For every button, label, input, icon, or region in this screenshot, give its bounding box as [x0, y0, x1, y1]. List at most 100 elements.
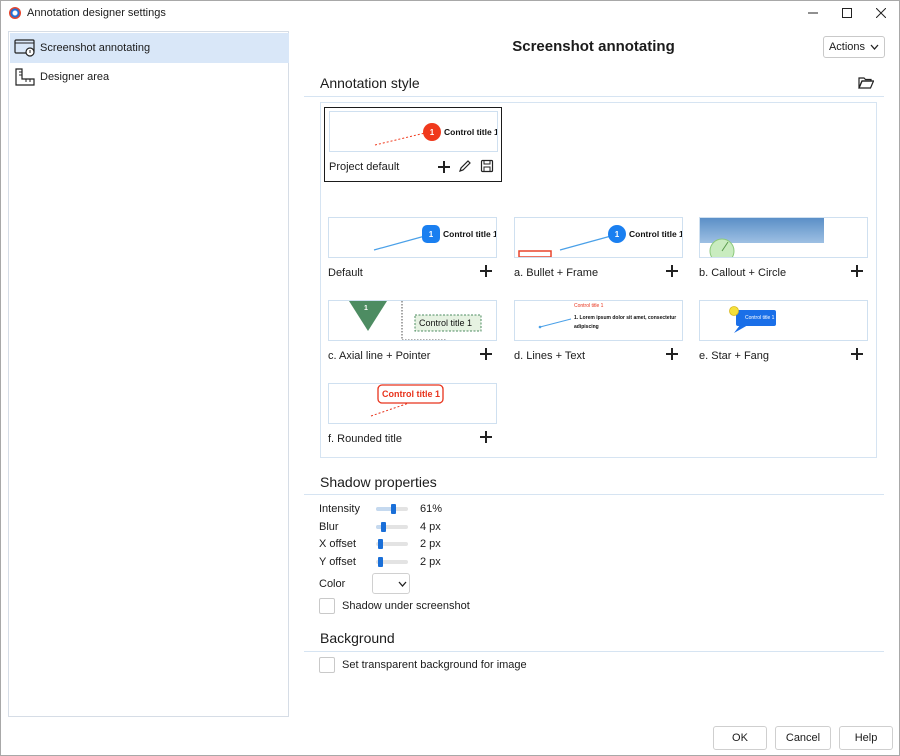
minimize-button[interactable]: [796, 1, 830, 25]
slider-thumb[interactable]: [378, 539, 383, 549]
help-button[interactable]: Help: [839, 726, 893, 750]
screenshot-annotating-icon: [14, 39, 35, 57]
sidebar: Screenshot annotating Designer area: [8, 31, 289, 717]
style-preview: Control title 1: [328, 383, 497, 424]
minimize-icon: [808, 12, 818, 14]
star-fang-graphic: [729, 306, 776, 333]
maximize-icon: [842, 8, 852, 18]
slider-thumb[interactable]: [378, 557, 383, 567]
style-card-callout-circle[interactable]: b. Callout + Circle: [699, 217, 869, 279]
preview-control-title: Control title 1: [745, 315, 775, 321]
intensity-label: Intensity: [319, 503, 360, 515]
add-icon[interactable]: [479, 264, 493, 278]
add-icon[interactable]: [665, 264, 679, 278]
x-offset-value: 2 px: [420, 538, 441, 550]
number-badge: 1: [608, 225, 626, 243]
x-offset-label: X offset: [319, 538, 357, 550]
preview-body-text: 1. Lorem ipsum dolor sit amet, consectet…: [574, 315, 677, 330]
style-preview: Control title 1 1. Lorem ipsum dolor sit…: [514, 300, 683, 341]
card-label: f. Rounded title: [328, 433, 402, 445]
actions-dropdown[interactable]: Actions: [823, 36, 885, 58]
intensity-slider[interactable]: [376, 504, 408, 514]
add-icon[interactable]: [479, 347, 493, 361]
cancel-button[interactable]: Cancel: [775, 726, 831, 750]
maximize-button[interactable]: [830, 1, 864, 25]
transparent-background-checkbox[interactable]: [319, 657, 335, 673]
page-title: Screenshot annotating: [512, 38, 675, 55]
preview-control-title: Control title 1: [382, 389, 440, 399]
x-offset-slider[interactable]: [376, 539, 408, 549]
style-preview: Control title 1: [699, 300, 868, 341]
preview-control-title: Control title 1: [629, 229, 683, 239]
close-icon: [876, 8, 886, 18]
card-label: e. Star + Fang: [699, 350, 770, 362]
section-divider: [304, 96, 884, 97]
shadow-under-screenshot-label: Shadow under screenshot: [342, 600, 470, 612]
transparent-background-label: Set transparent background for image: [342, 659, 527, 671]
sidebar-item-label: Screenshot annotating: [40, 42, 151, 54]
add-icon[interactable]: [437, 160, 451, 174]
shadow-under-screenshot-checkbox[interactable]: [319, 598, 335, 614]
slider-thumb[interactable]: [381, 522, 386, 532]
slider-thumb[interactable]: [391, 504, 396, 514]
style-card-default[interactable]: 1 Control title 1 Default: [328, 217, 498, 279]
preview-control-title: Control title 1: [444, 127, 498, 137]
blur-slider[interactable]: [376, 522, 408, 532]
callout-circle-graphic: [700, 218, 824, 257]
sidebar-item-label: Designer area: [40, 71, 110, 83]
chevron-down-icon: [870, 44, 879, 50]
add-icon[interactable]: [850, 347, 864, 361]
shadow-properties-heading: Shadow properties: [320, 474, 437, 490]
style-card-bullet-frame[interactable]: 1 Control title 1 a. Bullet + Frame: [514, 217, 684, 279]
y-offset-value: 2 px: [420, 556, 441, 568]
number-badge: 1: [422, 225, 440, 243]
ruler-icon: [15, 68, 35, 86]
edit-icon[interactable]: [458, 159, 472, 173]
card-label: d. Lines + Text: [514, 350, 586, 362]
intensity-value: 61%: [420, 503, 443, 515]
style-card-rounded-title[interactable]: Control title 1 f. Rounded title: [328, 383, 498, 445]
app-icon: [9, 7, 21, 19]
section-divider: [304, 494, 884, 495]
card-label: Default: [328, 267, 363, 279]
project-default-card[interactable]: 1 Control title 1 Project default: [324, 107, 502, 182]
sidebar-item-screenshot-annotating[interactable]: Screenshot annotating: [10, 33, 289, 63]
dialog-window: Annotation designer settings Screenshot …: [0, 0, 900, 756]
card-label: Project default: [329, 161, 400, 173]
y-offset-label: Y offset: [319, 556, 356, 568]
background-heading: Background: [320, 630, 395, 646]
sidebar-item-designer-area[interactable]: Designer area: [10, 62, 289, 92]
blur-value: 4 px: [420, 521, 441, 533]
title-bar: Annotation designer settings: [1, 1, 899, 25]
card-label: c. Axial line + Pointer: [328, 350, 431, 362]
card-label: b. Callout + Circle: [699, 267, 787, 279]
open-folder-icon[interactable]: [858, 76, 874, 90]
style-card-lines-text[interactable]: Control title 1 1. Lorem ipsum dolor sit…: [514, 300, 684, 362]
style-card-star-fang[interactable]: Control title 1 e. Star + Fang: [699, 300, 869, 362]
style-preview: [699, 217, 868, 258]
add-icon[interactable]: [479, 430, 493, 444]
shadow-color-dropdown[interactable]: [372, 573, 410, 594]
y-offset-slider[interactable]: [376, 557, 408, 567]
ok-button[interactable]: OK: [713, 726, 767, 750]
style-preview: 1 Control title 1: [514, 217, 683, 258]
preview-control-title: Control title 1: [419, 318, 473, 328]
save-icon[interactable]: [480, 159, 494, 173]
chevron-down-icon: [398, 581, 407, 587]
section-divider: [304, 651, 884, 652]
number-badge: 1: [364, 305, 368, 312]
add-icon[interactable]: [665, 347, 679, 361]
actions-label: Actions: [828, 41, 866, 53]
preview-control-title: Control title 1: [443, 229, 497, 239]
card-label: a. Bullet + Frame: [514, 267, 599, 279]
preview-caption: Control title 1: [574, 303, 604, 309]
style-preview: 1 Control title 1: [328, 300, 497, 341]
annotation-style-heading: Annotation style: [320, 75, 420, 91]
close-button[interactable]: [864, 1, 898, 25]
project-default-preview: 1 Control title 1: [329, 111, 498, 152]
style-card-axial-line-pointer[interactable]: 1 Control title 1 c. Axial line + Pointe…: [328, 300, 498, 362]
window-title: Annotation designer settings: [27, 7, 166, 19]
blur-label: Blur: [319, 521, 339, 533]
color-label: Color: [319, 578, 346, 590]
add-icon[interactable]: [850, 264, 864, 278]
